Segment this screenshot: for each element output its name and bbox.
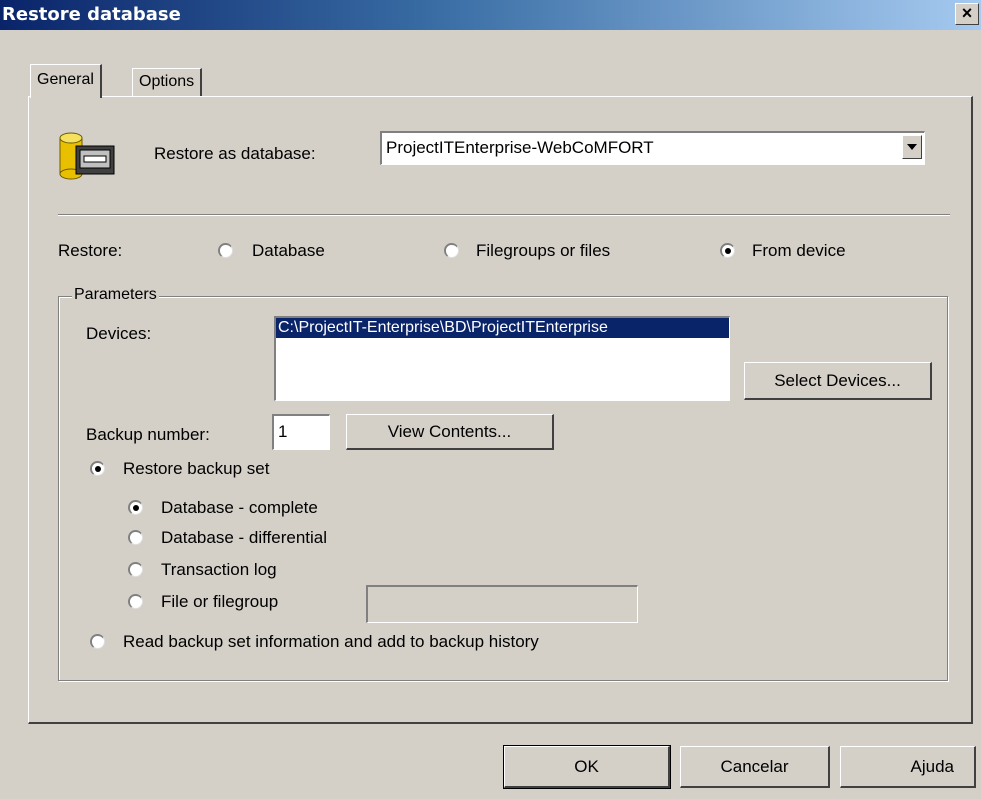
radio-transaction-log[interactable]	[128, 562, 143, 577]
read-backup-info-label: Read backup set information and add to b…	[123, 632, 539, 651]
radio-restore-from-device[interactable]	[720, 243, 735, 258]
radio-file-or-filegroup[interactable]	[128, 594, 143, 609]
file-or-filegroup-label: File or filegroup	[161, 592, 279, 611]
radio-restore-filegroups[interactable]	[444, 243, 459, 258]
tab-general[interactable]: General	[30, 64, 102, 98]
devices-list[interactable]: C:\ProjectIT-Enterprise\BD\ProjectITEnte…	[274, 316, 730, 401]
restore-as-value: ProjectITEnterprise-WebCoMFORT	[386, 138, 654, 157]
restore-as-dropdown[interactable]: ProjectITEnterprise-WebCoMFORT	[380, 131, 925, 165]
backup-number-input[interactable]: 1	[272, 414, 330, 450]
ok-button[interactable]: OK	[503, 745, 671, 789]
database-complete-label: Database - complete	[161, 498, 318, 517]
backup-number-label: Backup number:	[86, 425, 210, 444]
restore-backup-set-label: Restore backup set	[123, 459, 270, 478]
radio-restore-backup-set[interactable]	[90, 461, 105, 476]
select-devices-label: Select Devices...	[774, 370, 901, 390]
file-or-filegroup-input[interactable]	[366, 585, 638, 623]
restore-label: Restore:	[58, 241, 123, 260]
restore-filegroups-label: Filegroups or files	[476, 241, 611, 260]
view-contents-button[interactable]: View Contents...	[346, 414, 554, 450]
title-bar[interactable]: Restore database ×	[0, 0, 981, 30]
restore-from-device-label: From device	[752, 241, 846, 260]
backup-number-value: 1	[278, 422, 288, 441]
parameters-group-label: Parameters	[72, 286, 159, 304]
devices-label: Devices:	[86, 324, 152, 343]
database-differential-label: Database - differential	[161, 528, 328, 547]
separator	[58, 214, 950, 216]
cancel-label: Cancelar	[720, 756, 789, 776]
radio-restore-database[interactable]	[218, 243, 233, 258]
chevron-down-icon[interactable]	[902, 135, 922, 159]
close-button[interactable]: ×	[955, 3, 979, 25]
radio-database-differential[interactable]	[128, 530, 143, 545]
cancel-button[interactable]: Cancelar	[680, 746, 830, 788]
radio-database-complete[interactable]	[128, 500, 143, 515]
radio-read-backup-info[interactable]	[90, 634, 105, 649]
transaction-log-label: Transaction log	[161, 560, 277, 579]
restore-database-label: Database	[252, 241, 325, 260]
window-title: Restore database	[2, 4, 181, 25]
ok-label: OK	[574, 756, 599, 776]
tab-options[interactable]: Options	[132, 68, 203, 96]
close-icon: ×	[961, 3, 973, 23]
select-devices-button[interactable]: Select Devices...	[744, 362, 932, 400]
database-icon	[58, 128, 118, 182]
tab-general-label: General	[37, 71, 94, 88]
help-button[interactable]: Ajuda	[840, 746, 976, 788]
tab-options-label: Options	[139, 73, 195, 90]
device-item[interactable]: C:\ProjectIT-Enterprise\BD\ProjectITEnte…	[276, 318, 729, 338]
help-label: Ajuda	[910, 756, 954, 776]
view-contents-label: View Contents...	[387, 421, 512, 441]
restore-as-label: Restore as database:	[154, 144, 316, 163]
